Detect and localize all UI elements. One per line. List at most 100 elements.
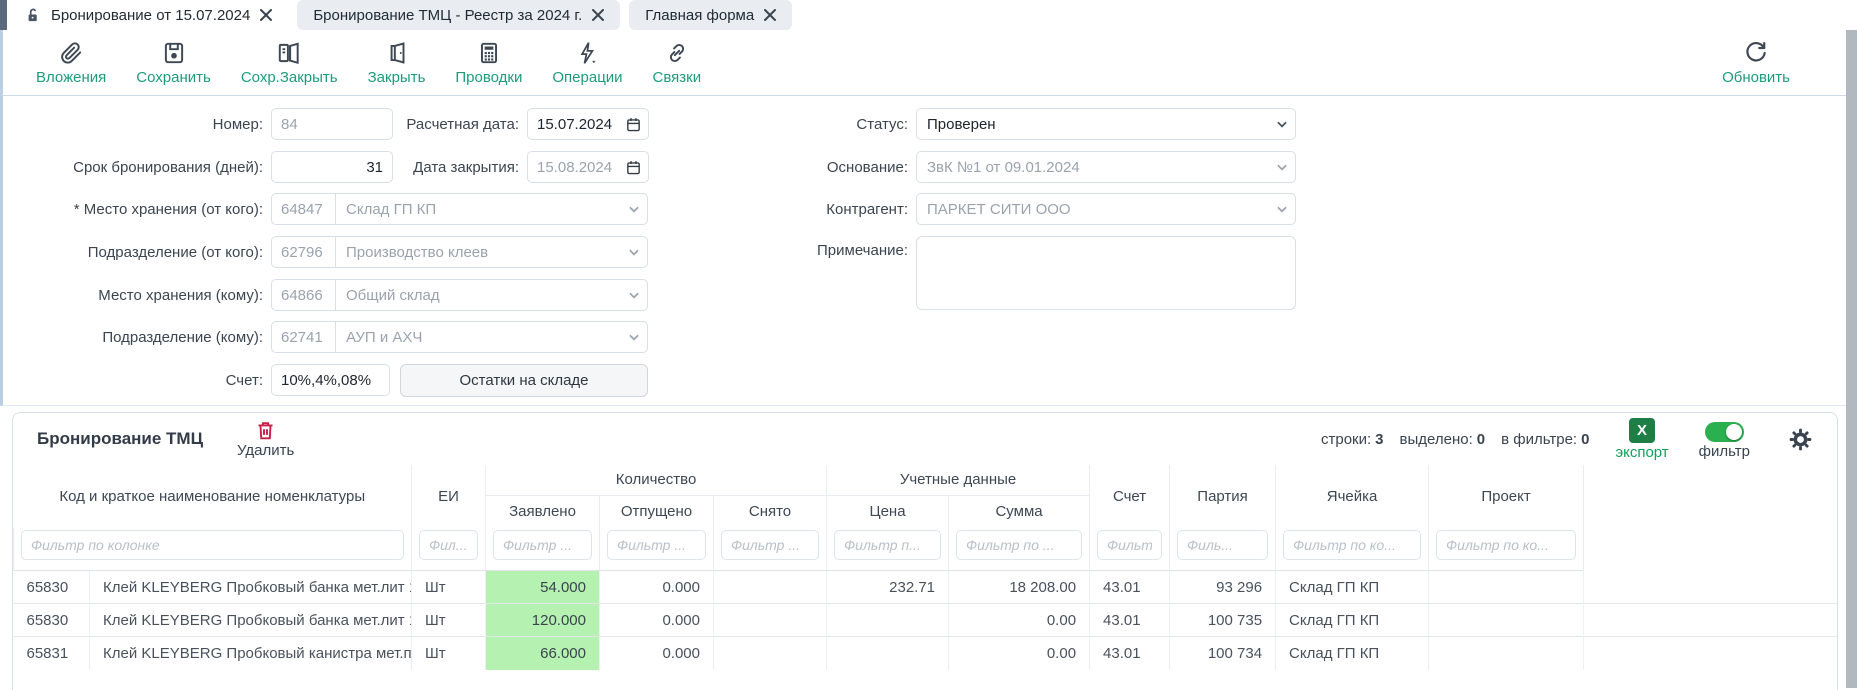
storage-from-combo[interactable]: 64847 Склад ГП КП xyxy=(271,193,648,225)
toolbar: Вложения Сохранить Сохр.Закрыть Закрыть … xyxy=(0,30,1857,96)
filtered-count: в фильтре:0 xyxy=(1501,431,1589,448)
excel-icon: X xyxy=(1629,418,1655,443)
filter-input-unit[interactable] xyxy=(419,530,478,560)
cell-storage-cell: Склад ГП КП xyxy=(1276,604,1429,637)
operations-button[interactable]: Операции xyxy=(537,40,637,86)
filter-input-price[interactable] xyxy=(834,530,941,560)
department-from-combo[interactable]: 62796 Производство клеев xyxy=(271,236,648,268)
rows-count: строки:3 xyxy=(1321,431,1384,448)
trash-icon xyxy=(255,420,276,441)
filter-input-released[interactable] xyxy=(607,530,706,560)
note-label: Примечание: xyxy=(775,242,908,259)
filter-input-account[interactable] xyxy=(1097,530,1162,560)
postings-button[interactable]: Проводки xyxy=(440,40,537,86)
filter-input-requested[interactable] xyxy=(493,530,592,560)
close-icon[interactable] xyxy=(592,9,604,21)
scrollbar-thumb[interactable] xyxy=(1846,30,1857,688)
grid-settings-button[interactable] xyxy=(1788,427,1813,452)
status-select[interactable]: Проверен xyxy=(916,108,1296,140)
gear-icon xyxy=(1788,427,1813,452)
department-to-label: Подразделение (кому): xyxy=(11,329,263,346)
calendar-icon[interactable] xyxy=(625,116,642,133)
chevron-down-icon[interactable] xyxy=(621,330,647,344)
calendar-icon[interactable] xyxy=(625,159,642,176)
tab-label: Бронирование от 15.07.2024 xyxy=(51,7,250,24)
cell-price xyxy=(827,637,949,670)
chevron-down-icon[interactable] xyxy=(1269,160,1295,174)
cell-spacer xyxy=(1584,571,1837,604)
door-icon xyxy=(384,40,410,66)
column-header-nomenclature[interactable]: Код и краткое наименование номенклатуры xyxy=(14,465,412,528)
cell-project xyxy=(1429,637,1584,670)
column-header-cell[interactable]: Ячейка xyxy=(1276,465,1429,528)
save-button[interactable]: Сохранить xyxy=(121,40,226,86)
vertical-scrollbar[interactable] xyxy=(1846,30,1857,688)
chevron-down-icon[interactable] xyxy=(621,202,647,216)
lock-open-icon xyxy=(24,7,41,24)
status-label: Статус: xyxy=(775,116,908,133)
chevron-down-icon[interactable] xyxy=(1269,117,1295,131)
document-form: Номер: Расчетная дата: 15.07.2024 Срок б… xyxy=(0,96,1857,406)
save-close-button[interactable]: Сохр.Закрыть xyxy=(226,40,353,86)
column-header-released[interactable]: Отпущено xyxy=(600,495,714,528)
chevron-down-icon[interactable] xyxy=(621,288,647,302)
links-button[interactable]: Связки xyxy=(638,40,717,86)
tab-main-form[interactable]: Главная форма xyxy=(629,0,792,30)
contractor-combo[interactable]: ПАРКЕТ СИТИ ООО xyxy=(916,193,1296,225)
filter-input-project[interactable] xyxy=(1436,530,1576,560)
tab-document[interactable]: Бронирование от 15.07.2024 xyxy=(8,0,288,30)
refresh-button[interactable]: Обновить xyxy=(1707,40,1805,86)
stock-remainder-button[interactable]: Остатки на складе xyxy=(400,364,648,397)
cell-spacer xyxy=(1584,637,1837,670)
chevron-down-icon[interactable] xyxy=(1269,202,1295,216)
column-header-sum[interactable]: Сумма xyxy=(949,495,1090,528)
close-button[interactable]: Закрыть xyxy=(353,40,441,86)
basis-combo[interactable]: ЗвК №1 от 09.01.2024 xyxy=(916,151,1296,183)
filter-input-removed[interactable] xyxy=(721,530,819,560)
cell-name: Клей KLEYBERG Пробковый банка мет.лит 1л… xyxy=(90,604,412,637)
close-icon[interactable] xyxy=(260,9,272,21)
attachments-button[interactable]: Вложения xyxy=(21,40,121,86)
column-header-removed[interactable]: Снято xyxy=(714,495,827,528)
column-header-unit[interactable]: ЕИ xyxy=(412,465,486,528)
cell-removed xyxy=(714,571,827,604)
reserve-days-field[interactable] xyxy=(271,151,393,183)
lightning-icon xyxy=(574,40,600,66)
tab-label: Главная форма xyxy=(645,7,754,24)
calc-date-label: Расчетная дата: xyxy=(393,116,519,133)
column-header-project[interactable]: Проект xyxy=(1429,465,1584,528)
account-label: Счет: xyxy=(11,372,263,389)
cell-released: 0.000 xyxy=(600,637,714,670)
table-row[interactable]: 65830 Клей KLEYBERG Пробковый банка мет.… xyxy=(14,571,1838,604)
column-header-requested[interactable]: Заявлено xyxy=(486,495,600,528)
table-row[interactable]: 65830 Клей KLEYBERG Пробковый банка мет.… xyxy=(14,604,1838,637)
close-icon[interactable] xyxy=(764,9,776,21)
column-header-batch[interactable]: Партия xyxy=(1170,465,1276,528)
filter-toggle[interactable]: фильтр xyxy=(1699,419,1750,460)
storage-to-combo[interactable]: 64866 Общий склад xyxy=(271,279,648,311)
filter-input-nomenclature[interactable] xyxy=(21,530,404,560)
excel-export-button[interactable]: X экспорт xyxy=(1615,418,1668,461)
calc-date-field[interactable]: 15.07.2024 xyxy=(527,108,649,140)
delete-row-button[interactable]: Удалить xyxy=(237,420,294,459)
filter-input-cell[interactable] xyxy=(1283,530,1421,560)
number-field[interactable] xyxy=(271,108,393,140)
filter-input-batch[interactable] xyxy=(1177,530,1268,560)
account-field[interactable] xyxy=(271,364,390,396)
toggle-on-icon[interactable] xyxy=(1705,422,1744,442)
cell-removed xyxy=(714,604,827,637)
column-header-account[interactable]: Счет xyxy=(1090,465,1170,528)
table-row[interactable]: 65831 Клей KLEYBERG Пробковый канистра м… xyxy=(14,637,1838,670)
cell-unit: Шт xyxy=(412,637,486,670)
cell-batch: 100 734 xyxy=(1170,637,1276,670)
panel-header: Бронирование ТМЦ Удалить строки:3 выделе… xyxy=(13,413,1837,465)
filter-input-sum[interactable] xyxy=(956,530,1082,560)
column-header-price[interactable]: Цена xyxy=(827,495,949,528)
department-to-combo[interactable]: 62741 АУП и АХЧ xyxy=(271,321,648,353)
tab-registry[interactable]: Бронирование ТМЦ - Реестр за 2024 г. xyxy=(297,0,620,30)
close-date-field[interactable]: 15.08.2024 xyxy=(527,151,649,183)
cell-price: 232.71 xyxy=(827,571,949,604)
chevron-down-icon[interactable] xyxy=(621,245,647,259)
cell-requested: 54.000 xyxy=(486,571,600,604)
note-field[interactable] xyxy=(916,236,1296,310)
